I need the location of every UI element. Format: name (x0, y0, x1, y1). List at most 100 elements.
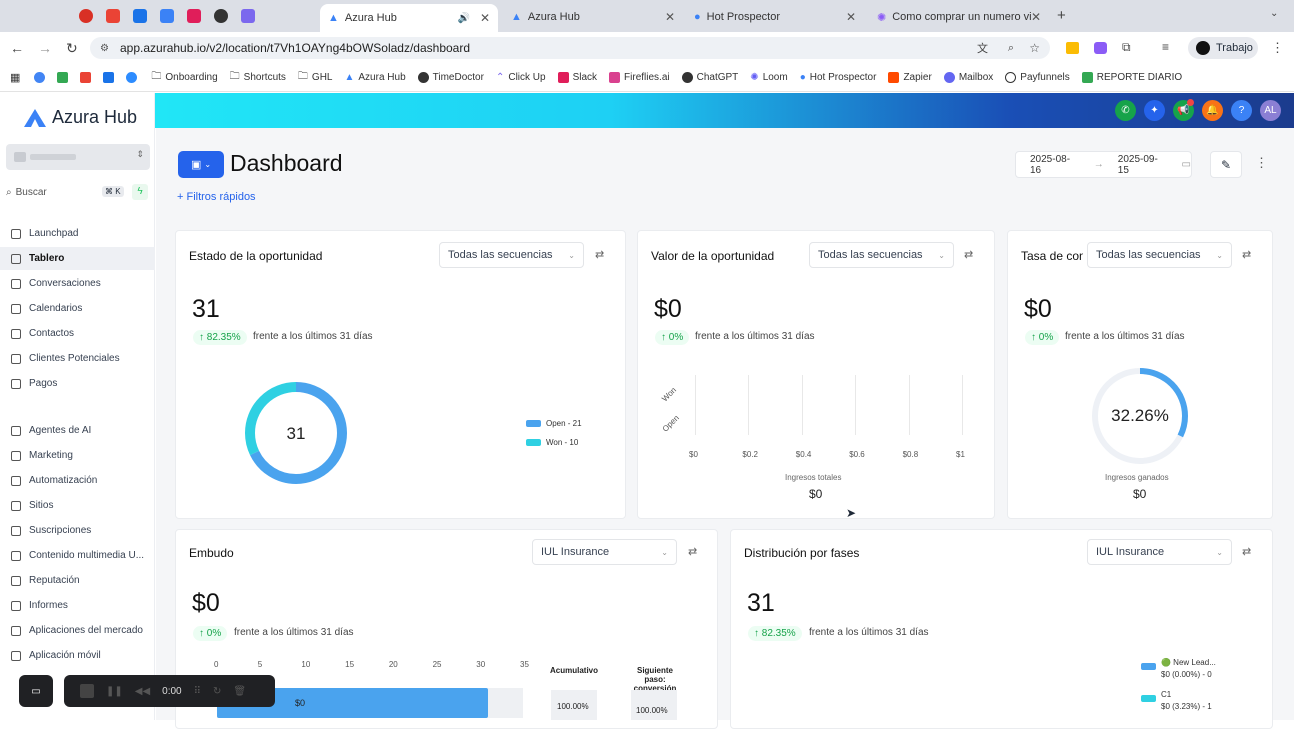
sidebar-item-conversaciones[interactable]: Conversaciones (0, 272, 155, 295)
bookmark-ghl[interactable]: 🗀 GHL (298, 69, 333, 86)
date-range-picker[interactable]: 2025-08-16 → 2025-09-15 ▭ (1015, 151, 1192, 178)
record-icon[interactable] (79, 9, 93, 23)
calendar-bookmark-icon[interactable] (103, 72, 115, 83)
phone-icon[interactable]: ✆ (1115, 100, 1136, 121)
trash-icon[interactable]: 🗑 (233, 686, 246, 697)
extension-icon[interactable] (1066, 42, 1079, 54)
sequence-select[interactable]: Todas las secuencias ⌄ (809, 242, 954, 268)
filter-icon[interactable]: ⇄ (964, 248, 973, 261)
bookmark-clickup[interactable]: ⌃ Click Up (496, 72, 546, 83)
google-icon[interactable] (34, 72, 46, 83)
bookmark-chatgpt[interactable]: ChatGPT (681, 72, 738, 83)
stop-icon[interactable] (80, 684, 94, 698)
bookmark-payfunnels[interactable]: Payfunnels (1005, 72, 1070, 83)
quick-action-bolt-icon[interactable]: ϟ (132, 184, 148, 200)
bookmark-hot-prospector[interactable]: ● Hot Prospector (800, 72, 877, 83)
dashboard-switcher-button[interactable]: ▣ ⌄ (178, 151, 224, 178)
quick-filters-link[interactable]: + Filtros rápidos (177, 191, 256, 203)
tab-hot-prospector[interactable]: ● Hot Prospector ✕ (686, 4, 864, 30)
clickup-icon[interactable] (241, 9, 255, 23)
back-icon[interactable]: ← (10, 40, 24, 56)
speaker-icon[interactable]: 🔊 (458, 13, 470, 24)
sidebar-item-aplicaciones-del-mercado[interactable]: Aplicaciones del mercado (0, 619, 155, 642)
sidebar-item-contactos[interactable]: Contactos (0, 322, 155, 345)
chatgpt-icon[interactable] (214, 9, 228, 23)
close-tab-icon[interactable]: ✕ (1031, 10, 1041, 24)
bookmark-azura-hub[interactable]: ▲ Azura Hub (344, 72, 405, 83)
filter-icon[interactable]: ⇄ (595, 248, 604, 261)
url-field[interactable]: ⚙ app.azurahub.io/v2/location/t7Vh1OAYng… (90, 37, 1050, 59)
sidebar-item-marketing[interactable]: Marketing (0, 444, 155, 467)
sidebar-item-contenido-multimedia-u[interactable]: Contenido multimedia U... (0, 544, 155, 567)
restart-icon[interactable]: ↻ (213, 686, 221, 697)
close-tab-icon[interactable]: ✕ (846, 10, 856, 24)
sidebar-item-tablero[interactable]: Tablero (0, 247, 155, 270)
sidebar-item-reputaci-n[interactable]: Reputación (0, 569, 155, 592)
bookmark-reporte-diario[interactable]: REPORTE DIARIO (1081, 72, 1182, 83)
brand-logo[interactable]: Azura Hub (24, 107, 137, 128)
edit-dashboard-button[interactable]: ✎ (1210, 151, 1242, 178)
sheets-plus-icon[interactable] (57, 72, 69, 83)
site-settings-icon[interactable]: ⚙ (100, 43, 109, 54)
zoom-bookmark-icon[interactable] (126, 72, 138, 83)
slack-icon[interactable] (187, 9, 201, 23)
tab-menu-chevron-icon[interactable]: ⌄ (1270, 8, 1278, 19)
close-tab-icon[interactable]: ✕ (480, 11, 490, 25)
bookmark-onboarding[interactable]: 🗀 Onboarding (151, 69, 217, 86)
gmail-bookmark-icon[interactable] (80, 72, 92, 83)
rewind-icon[interactable]: ◀◀ (135, 686, 150, 697)
sequence-select[interactable]: Todas las secuencias ⌄ (439, 242, 584, 268)
help-icon[interactable]: ? (1231, 100, 1252, 121)
tab-azura-hub[interactable]: ▲ Azura Hub ✕ (503, 4, 683, 30)
grip-icon[interactable]: ⠿ (194, 686, 201, 697)
avatar[interactable]: AL (1260, 100, 1281, 121)
sidebar-item-sitios[interactable]: Sitios (0, 494, 155, 517)
sidebar-item-launchpad[interactable]: Launchpad (0, 222, 155, 245)
bookmark-fireflies[interactable]: Fireflies.ai (609, 72, 670, 83)
sidebar-item-automatizaci-n[interactable]: Automatización (0, 469, 155, 492)
reload-icon[interactable]: ↻ (66, 40, 78, 57)
tab-como-comprar[interactable]: ✺ Como comprar un numero vi ✕ (869, 4, 1049, 30)
pause-icon[interactable]: ❚❚ (106, 686, 123, 697)
bookmark-zapier[interactable]: Zapier (888, 72, 932, 83)
camera-record-icon[interactable]: ▭ (19, 675, 53, 707)
bookmark-shortcuts[interactable]: 🗀 Shortcuts (230, 69, 286, 86)
pipeline-select[interactable]: IUL Insurance ⌄ (532, 539, 677, 565)
browser-menu-icon[interactable]: ⋮ (1271, 40, 1284, 56)
bookmark-mailbox[interactable]: Mailbox (943, 72, 993, 83)
sidebar-item-calendarios[interactable]: Calendarios (0, 297, 155, 320)
sidebar-item-clientes-potenciales[interactable]: Clientes Potenciales (0, 347, 155, 370)
magic-wand-icon[interactable]: ✦ (1144, 100, 1165, 121)
bookmark-slack[interactable]: Slack (557, 72, 597, 83)
sidebar-item-pagos[interactable]: Pagos (0, 372, 155, 395)
forward-icon[interactable]: → (38, 40, 52, 56)
filter-icon[interactable]: ⇄ (1242, 248, 1251, 261)
translate-icon[interactable]: 文 (977, 40, 988, 56)
apps-grid-icon[interactable]: ▦ (10, 71, 20, 84)
bell-icon[interactable]: 🔔 (1202, 100, 1223, 121)
profile-button[interactable]: Trabajo (1188, 37, 1258, 59)
zoom-icon[interactable]: ⌕ (1008, 42, 1014, 55)
bookmark-timedoctor[interactable]: TimeDoctor (417, 72, 484, 83)
bookmark-loom[interactable]: ✺ Loom (750, 72, 787, 83)
more-options-icon[interactable]: ⋮ (1255, 155, 1268, 171)
gmail-icon[interactable] (106, 9, 120, 23)
azura-icon[interactable] (160, 9, 174, 23)
tab-azura-hub-active[interactable]: ▲ Azura Hub 🔊 ✕ (320, 4, 498, 32)
sidebar-item-informes[interactable]: Informes (0, 594, 155, 617)
sidebar-item-agentes-de-ai[interactable]: Agentes de AI (0, 419, 155, 442)
bookmark-star-icon[interactable]: ☆ (1029, 41, 1040, 55)
sidebar-item-suscripciones[interactable]: Suscripciones (0, 519, 155, 542)
pipeline-select[interactable]: IUL Insurance ⌄ (1087, 539, 1232, 565)
filter-icon[interactable]: ⇄ (1242, 545, 1251, 558)
extension-icon[interactable] (1094, 42, 1107, 54)
location-switcher[interactable]: ⇕ (6, 144, 150, 170)
calendar-icon[interactable] (133, 9, 147, 23)
extensions-puzzle-icon[interactable]: ⧉ (1122, 40, 1131, 55)
media-controls-icon[interactable]: ≡ (1162, 40, 1169, 54)
new-tab-icon[interactable]: + (1057, 7, 1066, 24)
filter-icon[interactable]: ⇄ (688, 545, 697, 558)
sequence-select[interactable]: Todas las secuencias ⌄ (1087, 242, 1232, 268)
close-tab-icon[interactable]: ✕ (665, 10, 675, 24)
sidebar-item-aplicaci-n-m-vil[interactable]: Aplicación móvil (0, 644, 155, 667)
